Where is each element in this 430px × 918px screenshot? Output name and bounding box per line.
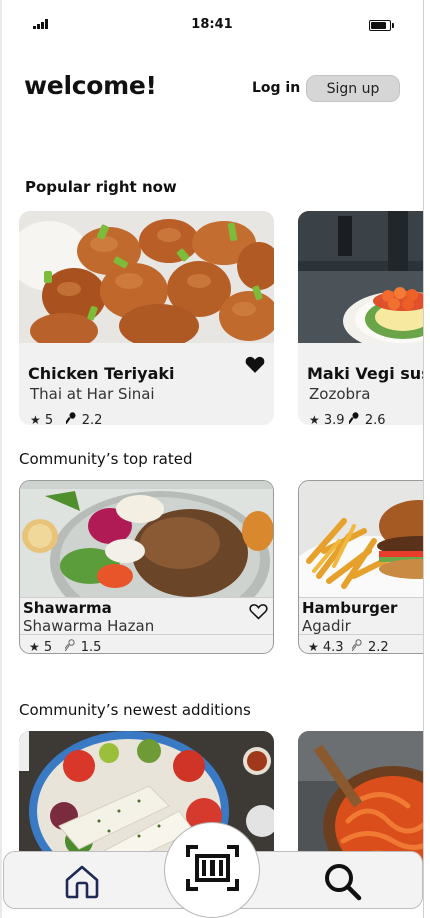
dish-name: Hamburger bbox=[302, 599, 398, 617]
dish-card-shawarma[interactable]: Shawarma Shawarma Hazan ★ 5 1.5 bbox=[19, 480, 274, 654]
score-value: 1.5 bbox=[80, 640, 102, 654]
rating-value: 3.9 bbox=[323, 413, 345, 425]
card-divider bbox=[20, 597, 273, 598]
section-title-newest: Community’s newest additions bbox=[19, 701, 251, 719]
dish-stats: ★ 5 1.5 bbox=[29, 639, 102, 654]
dish-card-pasta[interactable] bbox=[298, 731, 424, 871]
dish-card-hamburger[interactable]: Hamburger Agadir ★ 4.3 2.2 bbox=[298, 480, 424, 654]
dish-card-chicken-teriyaki[interactable]: Chicken Teriyaki Thai at Har Sinai ★ 5 2… bbox=[19, 211, 274, 425]
signup-button[interactable]: Sign up bbox=[306, 75, 400, 102]
status-time: 18:41 bbox=[191, 17, 233, 32]
rating-value: 5 bbox=[44, 413, 54, 425]
restaurant-name: Zozobra bbox=[309, 385, 371, 403]
dish-stats: ★ 3.9 2.6 bbox=[309, 412, 386, 425]
dish-image-pasta bbox=[298, 731, 424, 871]
restaurant-name: Shawarma Hazan bbox=[23, 617, 155, 635]
card-divider bbox=[299, 597, 424, 598]
score-value: 2.6 bbox=[364, 413, 386, 425]
app-screen: 18:41 welcome! Log in Sign up Popular ri… bbox=[0, 0, 424, 918]
dish-image-chicken-teriyaki bbox=[19, 211, 274, 343]
spoon-icon bbox=[347, 412, 361, 425]
section-title-top-rated: Community’s top rated bbox=[19, 450, 193, 468]
star-icon: ★ bbox=[30, 413, 41, 425]
rating-value: 5 bbox=[43, 640, 53, 654]
card-divider bbox=[299, 634, 424, 635]
spoon-outline-icon bbox=[63, 639, 77, 653]
dish-stats: ★ 4.3 2.2 bbox=[308, 639, 389, 654]
star-icon: ★ bbox=[308, 640, 319, 654]
login-button[interactable]: Log in bbox=[252, 80, 300, 96]
star-icon: ★ bbox=[309, 413, 320, 425]
star-icon: ★ bbox=[29, 640, 40, 654]
dish-name: Chicken Teriyaki bbox=[28, 364, 175, 383]
dish-name: Maki Vegi sushi bbox=[307, 364, 424, 383]
barcode-scan-icon[interactable] bbox=[186, 845, 239, 891]
score-value: 2.2 bbox=[81, 413, 103, 425]
spoon-icon bbox=[64, 412, 78, 425]
page-title: welcome! bbox=[24, 71, 157, 100]
dish-card-maki-vegi-sushi[interactable]: Maki Vegi sushi Zozobra ★ 3.9 2.6 bbox=[298, 211, 424, 425]
dish-image-shawarma bbox=[20, 481, 273, 597]
frame-edge bbox=[0, 0, 2, 918]
rating-value: 4.3 bbox=[322, 640, 344, 654]
restaurant-name: Agadir bbox=[302, 617, 351, 635]
card-divider bbox=[20, 634, 273, 635]
status-bar: 18:41 bbox=[0, 14, 424, 36]
spoon-outline-icon bbox=[350, 639, 364, 653]
search-icon[interactable] bbox=[321, 860, 363, 902]
heart-outline-icon[interactable] bbox=[249, 603, 268, 620]
section-title-popular: Popular right now bbox=[25, 178, 177, 196]
dish-stats: ★ 5 2.2 bbox=[30, 412, 102, 425]
score-value: 2.2 bbox=[368, 640, 389, 654]
home-icon[interactable] bbox=[62, 861, 102, 901]
restaurant-name: Thai at Har Sinai bbox=[30, 385, 155, 403]
battery-icon bbox=[369, 20, 394, 31]
dish-name: Shawarma bbox=[23, 599, 112, 617]
dish-image-hamburger bbox=[299, 481, 424, 597]
heart-filled-icon[interactable] bbox=[245, 355, 265, 374]
dish-image-maki-sushi bbox=[298, 211, 424, 343]
